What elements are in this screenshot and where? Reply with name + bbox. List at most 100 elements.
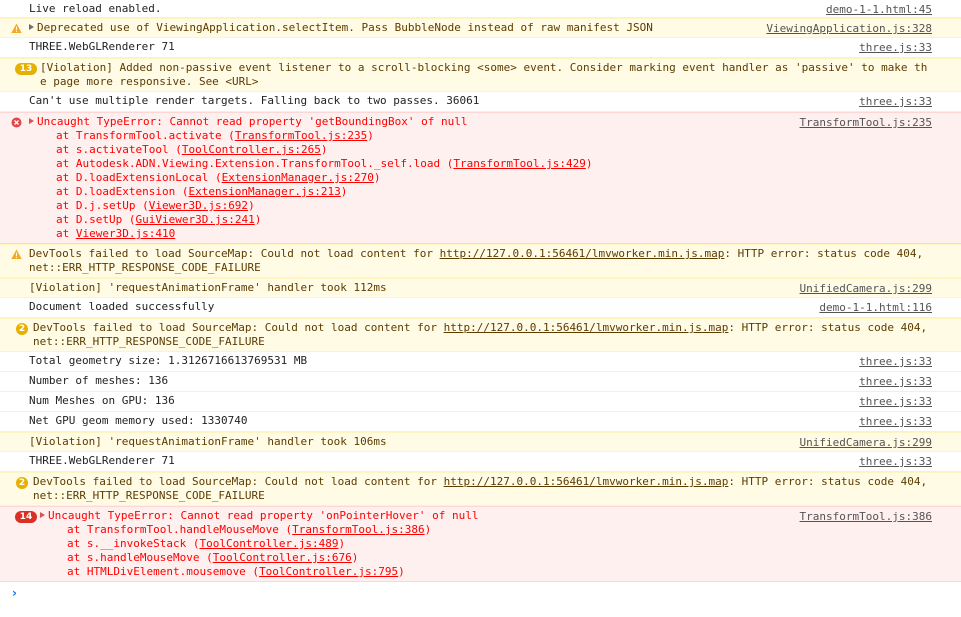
expand-triangle-icon[interactable] <box>29 24 34 30</box>
stack-frame: at D.setUp (GuiViewer3D.js:241) <box>56 213 932 227</box>
message-text: Uncaught TypeError: Cannot read property… <box>29 115 932 129</box>
message-text: Net GPU geom memory used: 1330740 <box>29 414 932 428</box>
stack-frame-close: ) <box>320 143 328 156</box>
message-body: Net GPU geom memory used: 1330740 <box>29 414 248 427</box>
message-text: Can't use multiple render targets. Falli… <box>29 94 932 108</box>
stack-frame-close: ) <box>367 129 374 142</box>
message-text: THREE.WebGLRenderer 71 <box>29 40 932 54</box>
stack-frame-text: at TransformTool.handleMouseMove ( <box>67 523 293 536</box>
stack-frame-link[interactable]: GuiViewer3D.js:241 <box>135 213 254 226</box>
message-body: DevTools failed to load SourceMap: Could… <box>33 321 444 334</box>
source-link[interactable]: TransformTool.js:235 <box>800 116 932 130</box>
sourcemap-link[interactable]: http://127.0.0.1:56461/lmvworker.min.js.… <box>440 247 725 260</box>
stack-frame-link[interactable]: ToolController.js:795 <box>259 565 398 578</box>
stack-frame-text: at D.setUp ( <box>56 213 136 226</box>
message-text: [Violation] 'requestAnimationFrame' hand… <box>29 281 932 295</box>
stack-frame: at TransformTool.activate (TransformTool… <box>56 129 932 143</box>
message-text: DevTools failed to load SourceMap: Could… <box>29 247 932 275</box>
stack-frame-close: ) <box>585 157 593 170</box>
sourcemap-link[interactable]: http://127.0.0.1:56461/lmvworker.min.js.… <box>444 321 729 334</box>
source-link[interactable]: three.js:33 <box>859 395 932 409</box>
source-link[interactable]: three.js:33 <box>859 41 932 55</box>
message-body: Live reload enabled. <box>29 2 162 15</box>
message-body: Can't use multiple render targets. Falli… <box>29 94 480 107</box>
sourcemap-link[interactable]: http://127.0.0.1:56461/lmvworker.min.js.… <box>444 475 729 488</box>
stack-frame-close: ) <box>248 199 255 212</box>
stack-frame-close: ) <box>424 523 432 536</box>
console-message-warn: 13 [Violation] Added non-passive event li… <box>0 58 961 92</box>
source-link[interactable]: UnifiedCamera.js:299 <box>800 282 932 296</box>
stack-frame-link[interactable]: Viewer3D.js:692 <box>149 199 248 212</box>
message-body: THREE.WebGLRenderer 71 <box>29 454 175 467</box>
message-text: [Violation] 'requestAnimationFrame' hand… <box>29 435 932 449</box>
console-message-info: Total geometry size: 1.3126716613769531 … <box>0 352 961 372</box>
message-body: [Violation] 'requestAnimationFrame' hand… <box>29 435 387 448</box>
stack-trace: at TransformTool.activate (TransformTool… <box>29 129 932 241</box>
stack-frame-link[interactable]: TransformTool.js:429 <box>453 157 585 170</box>
source-link[interactable]: three.js:33 <box>859 355 932 369</box>
stack-frame-link[interactable]: TransformTool.js:386 <box>292 523 424 536</box>
message-text: DevTools failed to load SourceMap: Could… <box>29 321 932 349</box>
console-message-warn: [Violation] 'requestAnimationFrame' hand… <box>0 278 961 298</box>
stack-frame: at Autodesk.ADN.Viewing.Extension.Transf… <box>56 157 932 171</box>
source-link[interactable]: demo-1-1.html:45 <box>826 3 932 17</box>
stack-frame-link[interactable]: ExtensionManager.js:213 <box>188 185 340 198</box>
message-body: Total geometry size: 1.3126716613769531 … <box>29 354 308 367</box>
stack-frame-text: at s.__invokeStack ( <box>67 537 200 550</box>
stack-frame: at s.handleMouseMove (ToolController.js:… <box>67 551 932 565</box>
repeat-count-badge: 2 <box>16 323 28 335</box>
console-message-warn: 2 DevTools failed to load SourceMap: Coul… <box>0 472 961 506</box>
stack-frame-link[interactable]: ToolController.js:489 <box>199 537 338 550</box>
error-icon <box>11 117 22 128</box>
stack-frame: at s.__invokeStack (ToolController.js:48… <box>67 537 932 551</box>
message-body: [Violation] Added non-passive event list… <box>40 61 928 88</box>
console-message-info: THREE.WebGLRenderer 71 three.js:33 <box>0 38 961 58</box>
stack-frame: at s.activateTool (ToolController.js:265… <box>56 143 932 157</box>
console-message-info: Num Meshes on GPU: 136 three.js:33 <box>0 392 961 412</box>
expand-triangle-icon[interactable] <box>29 118 34 124</box>
stack-trace: at TransformTool.handleMouseMove (Transf… <box>29 523 932 579</box>
message-body: Number of meshes: 136 <box>29 374 169 387</box>
warning-icon <box>11 23 22 34</box>
message-body: Deprecated use of ViewingApplication.sel… <box>37 21 653 34</box>
message-body: Uncaught TypeError: Cannot read property… <box>48 509 479 522</box>
warning-icon <box>11 249 22 260</box>
stack-frame: at Viewer3D.js:410 <box>56 227 932 241</box>
message-text: Total geometry size: 1.3126716613769531 … <box>29 354 932 368</box>
stack-frame-link[interactable]: ToolController.js:676 <box>213 551 352 564</box>
source-link[interactable]: three.js:33 <box>859 375 932 389</box>
console-message-info: Document loaded successfully demo-1-1.htm… <box>0 298 961 318</box>
source-link[interactable]: TransformTool.js:386 <box>800 510 932 524</box>
console-message-info: Number of meshes: 136 three.js:33 <box>0 372 961 392</box>
console-message-err[interactable]: Uncaught TypeError: Cannot read property… <box>0 112 961 244</box>
message-text: THREE.WebGLRenderer 71 <box>29 454 932 468</box>
message-body: DevTools failed to load SourceMap: Could… <box>29 247 440 260</box>
stack-frame-link[interactable]: Viewer3D.js:410 <box>76 227 175 240</box>
stack-frame: at TransformTool.handleMouseMove (Transf… <box>67 523 932 537</box>
message-text: Number of meshes: 136 <box>29 374 932 388</box>
console-input[interactable] <box>28 584 932 602</box>
stack-frame-close: ) <box>373 171 381 184</box>
console-message-info: Live reload enabled. demo-1-1.html:45 <box>0 0 961 18</box>
stack-frame-text: at TransformTool.activate ( <box>56 129 235 142</box>
source-link[interactable]: demo-1-1.html:116 <box>819 301 932 315</box>
repeat-count-badge: 13 <box>15 63 37 75</box>
message-body: Num Meshes on GPU: 136 <box>29 394 175 407</box>
expand-triangle-icon[interactable] <box>40 512 45 518</box>
stack-frame-text: at HTMLDivElement.mousemove ( <box>67 565 260 578</box>
source-link[interactable]: three.js:33 <box>859 95 932 109</box>
stack-frame-close: ) <box>351 551 359 564</box>
stack-frame-link[interactable]: ToolController.js:265 <box>182 143 321 156</box>
source-link[interactable]: three.js:33 <box>859 415 932 429</box>
stack-frame-close: ) <box>398 565 405 578</box>
source-link[interactable]: UnifiedCamera.js:299 <box>800 436 932 450</box>
stack-frame-text: at <box>56 227 76 240</box>
stack-frame: at D.loadExtension (ExtensionManager.js:… <box>56 185 932 199</box>
console-message-warn[interactable]: Deprecated use of ViewingApplication.sel… <box>0 18 961 38</box>
stack-frame-link[interactable]: ExtensionManager.js:270 <box>222 171 374 184</box>
console-message-err[interactable]: 14 Uncaught TypeError: Cannot read proper… <box>0 506 961 582</box>
source-link[interactable]: ViewingApplication.js:328 <box>766 22 932 36</box>
stack-frame-link[interactable]: TransformTool.js:235 <box>235 129 367 142</box>
console-prompt[interactable]: › <box>0 582 961 617</box>
source-link[interactable]: three.js:33 <box>859 455 932 469</box>
